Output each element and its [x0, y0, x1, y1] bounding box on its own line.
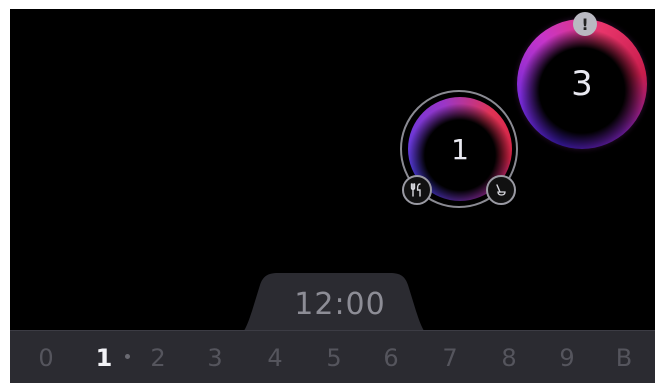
cooktop-screen: 3 ! 1 12:00 0 1 2 3 4 5 6 7 8 9 B	[10, 9, 655, 383]
power-level-9[interactable]: 9	[553, 331, 581, 383]
zone-level-label: 3	[571, 64, 593, 104]
clock-time[interactable]: 12:00	[265, 279, 415, 329]
warning-symbol: !	[581, 14, 589, 34]
cutlery-icon[interactable]	[402, 175, 432, 205]
power-level-6[interactable]: 6	[377, 331, 405, 383]
power-level-1[interactable]: 1	[90, 331, 118, 383]
cutlery-icon-graphic	[410, 183, 421, 197]
pot-icon[interactable]	[486, 175, 516, 205]
power-level-8[interactable]: 8	[495, 331, 523, 383]
power-level-7[interactable]: 7	[436, 331, 464, 383]
power-level-boost[interactable]: B	[610, 331, 638, 383]
cooking-zone-3[interactable]: 3	[517, 19, 647, 149]
power-level-2[interactable]: 2	[144, 331, 172, 383]
power-level-4[interactable]: 4	[261, 331, 289, 383]
power-level-0[interactable]: 0	[32, 331, 60, 383]
power-level-5[interactable]: 5	[320, 331, 348, 383]
exclamation-icon[interactable]: !	[573, 12, 597, 36]
power-level-3[interactable]: 3	[201, 331, 229, 383]
separator-dot	[125, 354, 130, 359]
pot-icon-graphic	[496, 184, 506, 196]
power-level-bar[interactable]: 0 1 2 3 4 5 6 7 8 9 B	[10, 330, 655, 383]
